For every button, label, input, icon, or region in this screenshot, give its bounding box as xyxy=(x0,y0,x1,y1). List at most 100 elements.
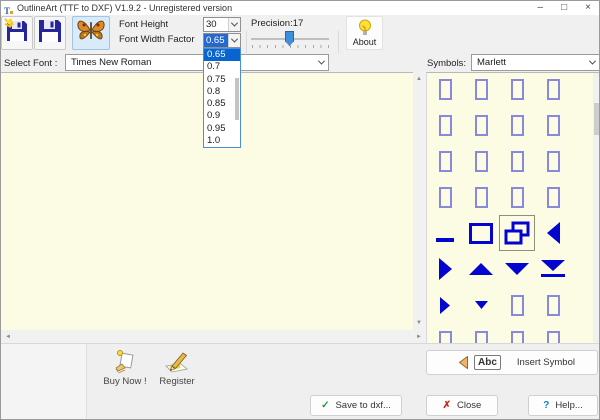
symbol-cell[interactable] xyxy=(499,251,535,287)
chevron-down-icon[interactable] xyxy=(315,55,328,70)
save-to-dxf-button[interactable]: ✓ Save to dxf... xyxy=(310,395,402,416)
open-file-icon xyxy=(4,18,30,49)
canvas-horizontal-scrollbar[interactable]: ◄ ► xyxy=(1,330,426,343)
register-label: Register xyxy=(159,376,194,387)
symbol-cell[interactable] xyxy=(427,107,463,143)
close-window-button[interactable]: × xyxy=(585,1,591,15)
symbol-cell[interactable] xyxy=(535,251,571,287)
triangle-right-icon xyxy=(439,258,452,280)
box-icon xyxy=(511,79,524,100)
width-factor-option[interactable]: 0.95 xyxy=(204,123,240,135)
butterfly-preview-button[interactable] xyxy=(72,16,110,50)
close-label: Close xyxy=(457,400,481,411)
symbol-cell[interactable] xyxy=(427,179,463,215)
box-icon xyxy=(439,115,452,136)
symbol-cell[interactable] xyxy=(463,179,499,215)
lightbulb-icon xyxy=(357,19,373,37)
title-bar: T OutlineArt (TTF to DXF) V1.9.2 - Unreg… xyxy=(1,1,599,16)
about-button[interactable]: About xyxy=(346,16,383,50)
symbol-cell[interactable] xyxy=(499,143,535,179)
box-icon xyxy=(475,187,488,208)
maximize-button[interactable]: □ xyxy=(561,1,567,15)
symbols-scrollbar-thumb[interactable] xyxy=(594,103,600,135)
box-icon xyxy=(547,331,560,344)
dropdown-scrollbar-thumb[interactable] xyxy=(235,78,239,120)
symbols-font-combobox[interactable]: Marlett xyxy=(471,54,600,71)
help-button[interactable]: ? Help... xyxy=(528,395,598,416)
symbol-cell[interactable] xyxy=(463,107,499,143)
box-icon xyxy=(511,187,524,208)
save-file-icon xyxy=(37,18,63,49)
chevron-down-icon[interactable] xyxy=(228,18,240,31)
maximize-icon xyxy=(469,223,493,244)
close-button[interactable]: ✗ Close xyxy=(426,395,498,416)
symbol-cell[interactable] xyxy=(499,215,535,251)
triangle-down-underline-icon xyxy=(541,260,565,278)
symbol-cell[interactable] xyxy=(535,72,571,107)
symbol-cell[interactable] xyxy=(463,323,499,343)
box-icon xyxy=(475,151,488,172)
box-icon xyxy=(511,115,524,136)
triangle-left-icon xyxy=(547,222,560,244)
symbol-cell[interactable] xyxy=(427,287,463,323)
buy-now-icon xyxy=(112,350,138,374)
font-height-label: Font Height xyxy=(119,19,168,30)
font-name-value: Times New Roman xyxy=(66,57,315,68)
symbol-cell[interactable] xyxy=(463,287,499,323)
width-factor-option[interactable]: 0.7 xyxy=(204,61,240,73)
symbols-scrollbar[interactable] xyxy=(593,73,600,343)
register-button[interactable]: Register xyxy=(154,350,200,387)
buy-now-button[interactable]: Buy Now ! xyxy=(97,350,153,387)
app-window: T OutlineArt (TTF to DXF) V1.9.2 - Unreg… xyxy=(0,0,600,420)
insert-symbol-button[interactable]: Abc Insert Symbol xyxy=(426,350,598,375)
font-width-factor-combobox[interactable]: 0.65 xyxy=(203,33,241,48)
symbol-cell[interactable] xyxy=(463,72,499,107)
box-icon xyxy=(439,79,452,100)
symbol-cell[interactable] xyxy=(499,107,535,143)
scroll-left-icon[interactable]: ◄ xyxy=(5,334,11,340)
box-icon xyxy=(475,331,488,344)
box-icon xyxy=(511,331,524,344)
width-factor-option[interactable]: 0.65 xyxy=(204,49,240,61)
symbol-cell[interactable] xyxy=(535,323,571,343)
symbol-cell[interactable] xyxy=(535,143,571,179)
symbol-cell[interactable] xyxy=(427,215,463,251)
symbol-cell[interactable] xyxy=(463,215,499,251)
font-row: Select Font : Times New Roman I B Symbol… xyxy=(1,53,599,72)
triangle-up-icon xyxy=(469,263,493,275)
precision-slider-handle[interactable] xyxy=(285,31,294,46)
question-mark-icon: ? xyxy=(543,400,549,411)
symbol-cell[interactable] xyxy=(535,215,571,251)
symbol-cell[interactable] xyxy=(427,323,463,343)
box-icon xyxy=(547,115,560,136)
canvas-vertical-scrollbar[interactable]: ▲ ▼ xyxy=(413,72,426,330)
symbol-cell[interactable] xyxy=(499,287,535,323)
scroll-right-icon[interactable]: ► xyxy=(416,334,422,340)
symbol-cell[interactable] xyxy=(499,179,535,215)
symbol-cell[interactable] xyxy=(499,72,535,107)
triangle-down-small-icon xyxy=(475,301,488,309)
scroll-down-icon[interactable]: ▼ xyxy=(416,320,422,326)
symbol-cell[interactable] xyxy=(463,251,499,287)
symbol-cell[interactable] xyxy=(535,287,571,323)
toolbar: Font Height Font Width Factor 30 0.65 Pr… xyxy=(1,15,599,54)
chevron-down-icon[interactable] xyxy=(228,34,240,47)
symbol-cell[interactable] xyxy=(499,323,535,343)
symbol-cell[interactable] xyxy=(427,143,463,179)
scroll-up-icon[interactable]: ▲ xyxy=(416,76,422,82)
font-height-combobox[interactable]: 30 xyxy=(203,17,241,32)
symbol-cell[interactable] xyxy=(463,143,499,179)
symbol-cell[interactable] xyxy=(427,251,463,287)
symbol-cell[interactable] xyxy=(535,107,571,143)
footer-left-pane xyxy=(1,344,87,420)
save-button[interactable] xyxy=(34,16,66,50)
width-factor-option[interactable]: 1.0 xyxy=(204,135,240,147)
box-icon xyxy=(547,151,560,172)
symbol-cell[interactable] xyxy=(535,179,571,215)
minimize-button[interactable]: – xyxy=(538,1,544,15)
symbol-cell[interactable] xyxy=(427,72,463,107)
triangle-right-small-icon xyxy=(440,297,450,314)
open-button[interactable] xyxy=(1,16,33,50)
chevron-down-icon[interactable] xyxy=(586,55,599,70)
font-select-combobox[interactable]: Times New Roman xyxy=(65,54,329,71)
